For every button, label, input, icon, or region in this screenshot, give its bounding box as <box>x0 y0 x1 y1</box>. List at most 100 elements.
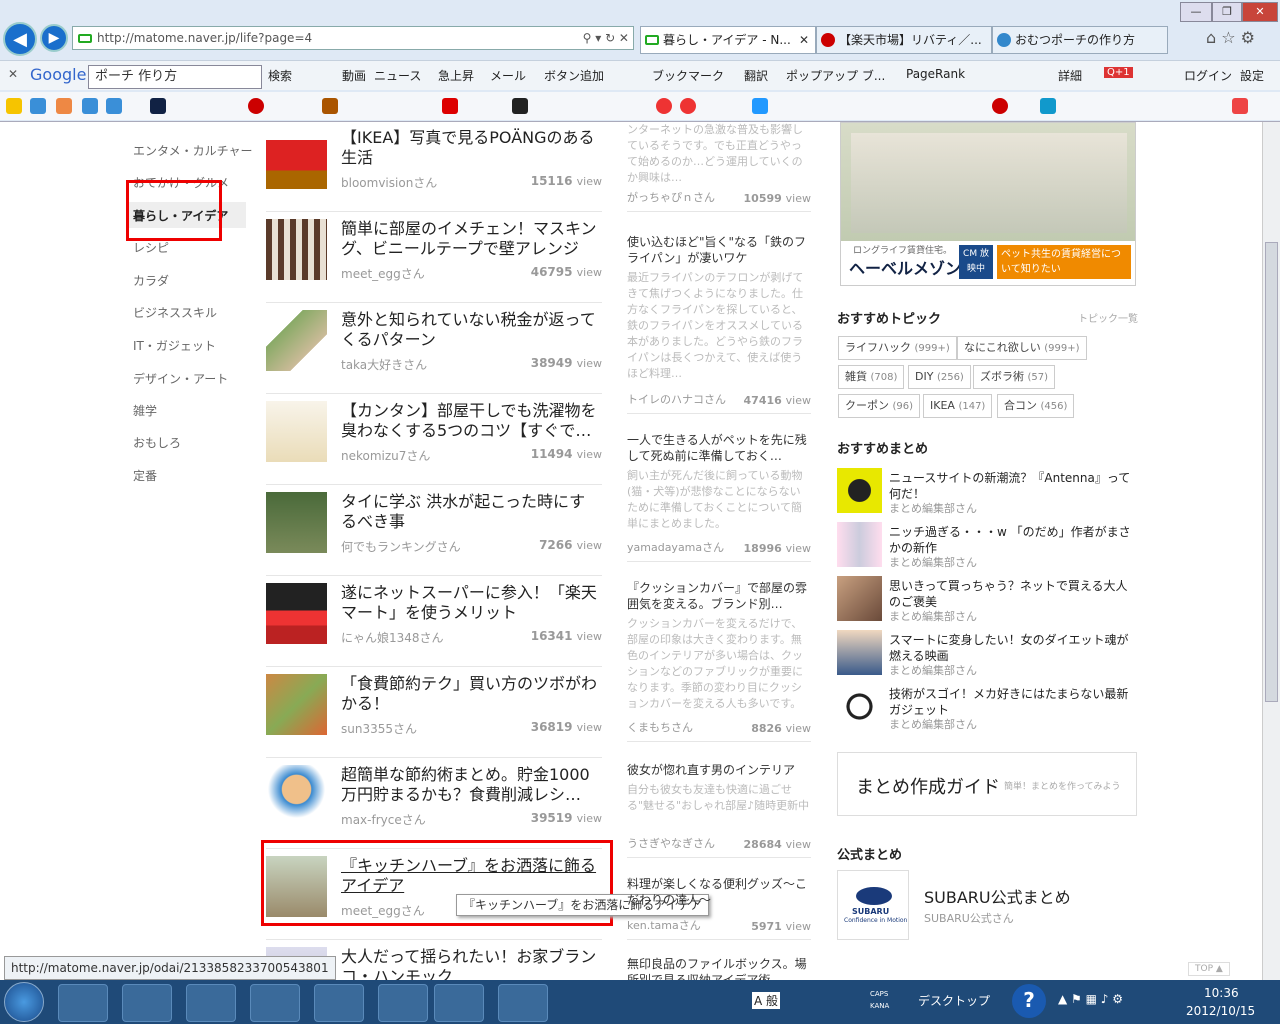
explorer-icon[interactable] <box>122 984 172 1022</box>
topic-tag[interactable]: DIY (256) <box>908 365 971 389</box>
app-icon[interactable] <box>186 984 236 1022</box>
topic-tag[interactable]: 雑貨 (708) <box>838 365 905 389</box>
item-author[interactable]: うさぎやなぎさん <box>627 835 715 851</box>
list-item[interactable]: 一人で生きる人がペットを先に残して死ぬ前に準備しておく… 飼い主が死んだ後に飼って… <box>627 432 811 562</box>
translate-button[interactable]: 翻訳 <box>744 67 768 84</box>
clock-time[interactable]: 10:36 <box>1204 986 1239 1000</box>
favorite-icon[interactable] <box>150 98 166 114</box>
topic-tag[interactable]: IKEA (147) <box>923 394 993 418</box>
list-item[interactable]: 超簡単な節約術まとめ。貯金1000万円貯まるかも？食費削減レシ… max-fryc… <box>266 759 602 849</box>
tab-rakuten[interactable]: 【楽天市場】リバティ／... <box>816 26 992 54</box>
favorite-icon[interactable] <box>82 98 98 114</box>
favorites-star-icon[interactable] <box>6 98 22 114</box>
maximize-button[interactable]: ❐ <box>1212 2 1242 22</box>
chrome-icon[interactable] <box>498 984 548 1022</box>
scissors-icon[interactable] <box>314 984 364 1022</box>
item-title[interactable]: 一人で生きる人がペットを先に残して死ぬ前に準備しておく… <box>627 432 811 464</box>
item-author[interactable]: トイレのハナコさん <box>627 391 726 407</box>
item-title[interactable]: 【IKEA】写真で見るPOÄNGのある生活 <box>341 128 601 168</box>
topic-tag[interactable]: なにこれ欲しい (999+) <box>957 336 1087 360</box>
favorite-icon[interactable] <box>442 98 458 114</box>
list-item[interactable]: 料理が楽しくなる便利グッズ〜こだわりの達人〜 ken.tamaさん 5971 vie… <box>627 876 811 940</box>
category-karada[interactable]: カラダ <box>133 272 169 289</box>
list-item[interactable]: 無印良品のファイルボックス。場所別で見る収納アイデア術 <box>627 956 811 980</box>
official-author[interactable]: SUBARU公式さん <box>924 910 1014 926</box>
help-icon[interactable]: ? <box>1012 984 1046 1018</box>
tab-kurashi[interactable]: 暮らし・アイデア - N... ✕ <box>640 26 816 54</box>
google-search-input[interactable]: ポーチ 作り方 <box>88 65 262 89</box>
item-title[interactable]: 簡単に部屋のイメチェン！マスキング、ビニールテープで壁アレンジ <box>341 219 601 259</box>
app-icon[interactable] <box>378 984 428 1022</box>
forward-arrow-icon[interactable]: ▶ <box>40 24 68 52</box>
topic-tag[interactable]: ズボラ術 (57) <box>973 365 1056 389</box>
start-button[interactable] <box>4 982 44 1022</box>
news-button[interactable]: ニュース <box>374 67 421 84</box>
settings-button[interactable]: 設定 <box>1240 67 1264 84</box>
list-item[interactable]: 簡単に部屋のイメチェン！マスキング、ビニールテープで壁アレンジ meet_eggさ… <box>266 213 602 303</box>
item-title[interactable]: 「食費節約テク」買い方のツボがわかる！ <box>341 674 601 714</box>
list-item[interactable]: タイに学ぶ 洪水が起こった時にするべき事 何でもランキングさん 7266 view <box>266 486 602 576</box>
item-title[interactable]: 大人だって揺られたい！お家ブランコ・ハンモック <box>341 947 601 980</box>
item-title[interactable]: スマートに変身したい！女のダイエット魂が燃える映画 <box>889 632 1139 664</box>
ad-cta[interactable]: ペット共生の賃貸経営について知りたい <box>997 245 1131 279</box>
item-author[interactable]: taka大好きさん <box>341 356 427 373</box>
category-zatsugaku[interactable]: 雑学 <box>133 402 157 419</box>
category-teiban[interactable]: 定番 <box>133 467 157 484</box>
tray-icons[interactable]: ▲ ⚑ ▦ ♪ ⚙ <box>1058 992 1123 1006</box>
close-toolbar-icon[interactable]: ✕ <box>8 67 18 81</box>
app-icon[interactable] <box>250 984 300 1022</box>
list-item[interactable]: 使い込むほど"旨く"なる「鉄のフライパン」が凄いワケ 最近フライパンのテフロンが剥… <box>627 234 811 414</box>
item-title[interactable]: 使い込むほど"旨く"なる「鉄のフライパン」が凄いワケ <box>627 234 811 266</box>
item-author[interactable]: meet_eggさん <box>341 265 425 282</box>
item-title[interactable]: 【カンタン】部屋干しでも洗濯物を臭わなくする5つのコツ【すぐで… <box>341 401 601 441</box>
category-entertainment[interactable]: エンタメ・カルチャー <box>133 142 253 159</box>
topics-link[interactable]: トピック一覧 <box>1078 310 1138 325</box>
item-author[interactable]: bloomvisionさん <box>341 174 437 191</box>
favorite-icon[interactable] <box>752 98 768 114</box>
home-star-gear-icons[interactable]: ⌂ ☆ ⚙ <box>1206 28 1255 47</box>
category-business[interactable]: ビジネススキル <box>133 304 217 321</box>
item-title[interactable]: ニッチ過ぎる・・・w 「のだめ」作者がまさかの新作 <box>889 524 1139 556</box>
search-button[interactable]: 検索 <box>268 67 292 84</box>
search-refresh-icons[interactable]: ⚲ ▾ ↻ ✕ <box>583 27 629 49</box>
item-title[interactable]: ニュースサイトの新潮流？『Antenna』って何だ！ <box>889 470 1139 502</box>
category-it[interactable]: IT・ガジェット <box>133 337 216 354</box>
desktop-toolbar[interactable]: デスクトップ <box>918 992 990 1009</box>
item-title[interactable]: 意外と知られていない税金が返ってくるパターン <box>341 310 601 350</box>
item-title[interactable]: 超簡単な節約術まとめ。貯金1000万円貯まるかも？食費削減レシ… <box>341 765 601 805</box>
item-author[interactable]: 何でもランキングさん <box>341 538 461 555</box>
item-title[interactable]: タイに学ぶ 洪水が起こった時にするべき事 <box>341 492 601 532</box>
subaru-logo[interactable]: SUBARU Confidence in Motion <box>837 870 909 940</box>
item-title[interactable]: 料理が楽しくなる便利グッズ〜こだわりの達人〜 <box>627 876 811 908</box>
scrollbar-thumb[interactable] <box>1265 242 1278 702</box>
favorite-icon[interactable] <box>30 98 46 114</box>
list-item[interactable]: 遂にネットスーパーに参入！「楽天マート」を使うメリット にゃん娘1348さん 163… <box>266 577 602 667</box>
item-author[interactable]: sun3355さん <box>341 720 417 737</box>
topic-tag[interactable]: 合コン (456) <box>997 394 1075 418</box>
topic-tag[interactable]: ライフハック (999+) <box>838 336 957 360</box>
tab-omutsu[interactable]: おむつポーチの作り方 <box>992 26 1168 54</box>
favorite-icon[interactable] <box>512 98 528 114</box>
advertisement[interactable]: ロングライフ賃貸住宅。 ヘーベルメゾン CM 放映中 ペット共生の賃貸経営につい… <box>840 122 1136 286</box>
back-arrow-icon[interactable]: ◀ <box>3 22 37 56</box>
favorite-icon[interactable] <box>106 98 122 114</box>
top-button[interactable]: TOP ▲ <box>1188 962 1230 976</box>
list-item[interactable]: 【カンタン】部屋干しでも洗濯物を臭わなくする5つのコツ【すぐで… nekomizu… <box>266 395 602 485</box>
favorite-icon[interactable] <box>56 98 72 114</box>
topic-tag[interactable]: クーポン (96) <box>838 394 921 418</box>
pagerank-button[interactable]: PageRank <box>906 67 965 81</box>
favorite-icon[interactable] <box>680 98 696 114</box>
item-author[interactable]: ken.tamaさん <box>627 917 701 933</box>
minimize-button[interactable]: — <box>1180 2 1212 22</box>
mail-button[interactable]: メール <box>490 67 526 84</box>
category-recipe[interactable]: レシピ <box>133 239 169 256</box>
list-item[interactable]: 『クッションカバー』で部屋の雰囲気を変える。ブランド別… クッションカバーを変える… <box>627 580 811 742</box>
item-author[interactable]: nekomizu7さん <box>341 447 430 464</box>
item-author[interactable]: くまもちさん <box>627 719 693 735</box>
item-title[interactable]: 彼女が惚れ直す男のインテリア <box>627 762 811 778</box>
scrollbar[interactable] <box>1262 122 1280 980</box>
ime-indicator[interactable]: A 般 <box>752 992 781 1009</box>
favorite-icon[interactable] <box>322 98 338 114</box>
category-design[interactable]: デザイン・アート <box>133 370 228 387</box>
item-author[interactable]: yamadayamaさん <box>627 539 724 555</box>
